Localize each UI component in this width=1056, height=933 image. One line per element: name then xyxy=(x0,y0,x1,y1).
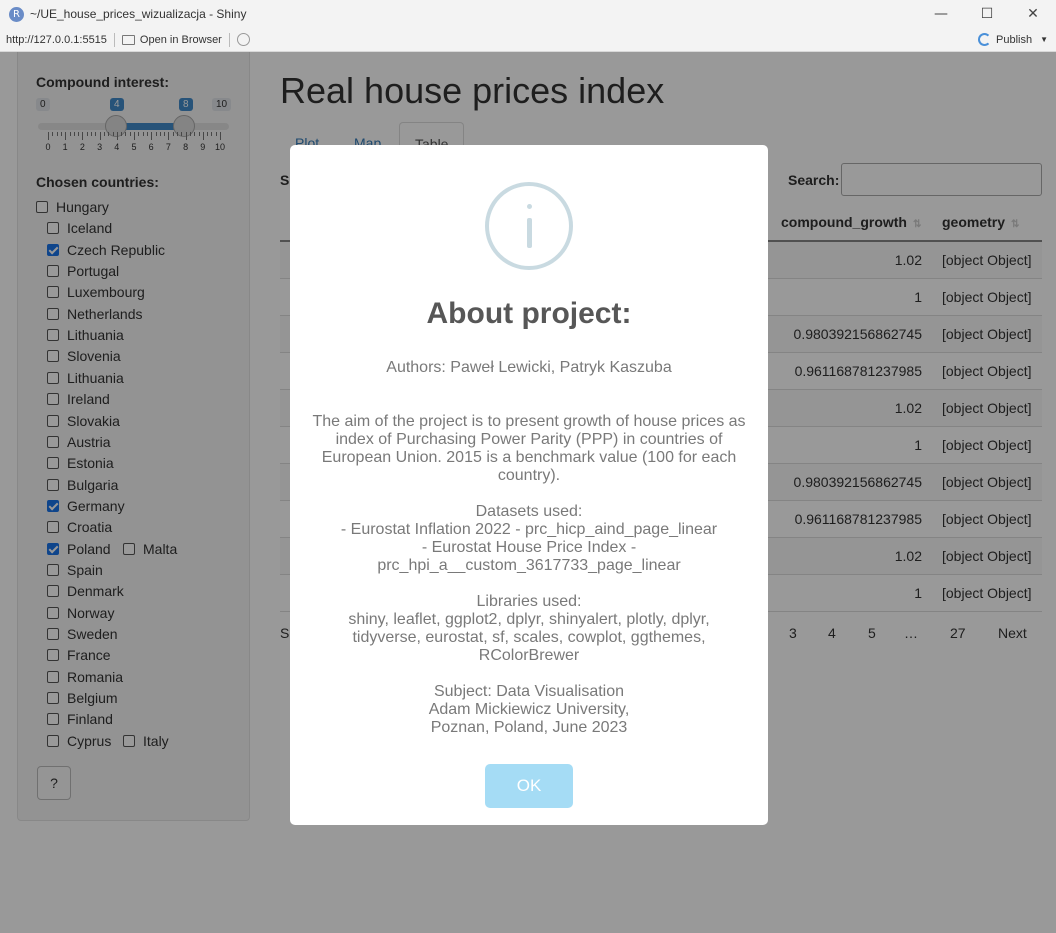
modal-text-line: shiny, leaflet, ggplot2, dplyr, shinyale… xyxy=(348,611,710,628)
publish-label: Publish xyxy=(996,33,1033,46)
modal-text-line: Datasets used: xyxy=(475,503,583,520)
browser-window-icon xyxy=(121,34,135,45)
modal-body: Authors: Paweł Lewicki, Patryk Kaszuba T… xyxy=(310,359,748,737)
modal-text-line: Libraries used: xyxy=(476,593,582,610)
r-app-icon: R xyxy=(9,6,24,22)
toolbar-divider xyxy=(113,32,115,47)
ok-button[interactable]: OK xyxy=(485,764,573,808)
caret-down-icon: ▼ xyxy=(1040,35,1048,44)
open-in-browser-label: Open in Browser xyxy=(139,33,222,46)
modal-text-line: The aim of the project is to present gro… xyxy=(312,413,746,430)
open-in-browser-button[interactable]: Open in Browser xyxy=(121,33,222,46)
modal-text-line: Subject: Data Visualisation xyxy=(433,683,625,700)
minimize-button[interactable]: — xyxy=(918,0,964,28)
subject-text: Subject: Data Visualisation Adam Mickiewi… xyxy=(310,683,748,737)
url-text: http://127.0.0.1:5515 xyxy=(6,33,107,46)
publish-button[interactable]: Publish ▼ xyxy=(978,33,1048,46)
libraries-text: Libraries used: shiny, leaflet, ggplot2, … xyxy=(310,593,748,665)
modal-text-line: country). xyxy=(497,467,561,484)
modal-text-line: index of Purchasing Power Parity (PPP) i… xyxy=(335,431,723,448)
window-title: ~/UE_house_prices_wizualizacja - Shiny xyxy=(30,7,247,21)
window-controls: — ☐ ✕ xyxy=(918,0,1056,28)
modal-text-line: - Eurostat Inflation 2022 - prc_hicp_ain… xyxy=(340,521,718,538)
modal-text-line: prc_hpi_a__custom_3617733_page_linear xyxy=(377,557,681,574)
modal-text-line: European Union. 2015 is a benchmark valu… xyxy=(321,449,737,466)
modal-text-line: - Eurostat House Price Index - xyxy=(421,539,637,556)
info-icon-dot xyxy=(527,204,532,209)
modal-text-line: RColorBrewer xyxy=(478,647,580,664)
modal-title: About project: xyxy=(426,297,632,330)
info-icon-bar xyxy=(527,218,532,248)
modal-text-line: Adam Mickiewicz University, xyxy=(428,701,630,718)
close-button[interactable]: ✕ xyxy=(1010,0,1056,28)
publish-icon xyxy=(978,33,991,46)
maximize-button[interactable]: ☐ xyxy=(964,0,1010,28)
modal-text-line: Poznan, Poland, June 2023 xyxy=(430,719,628,736)
viewer-toolbar: http://127.0.0.1:5515 Open in Browser Pu… xyxy=(0,28,1056,52)
datasets-text: Datasets used: - Eurostat Inflation 2022 … xyxy=(310,503,748,575)
about-project-modal: About project: Authors: Paweł Lewicki, P… xyxy=(290,145,768,825)
toolbar-divider xyxy=(228,32,230,47)
authors-text: Authors: Paweł Lewicki, Patryk Kaszuba xyxy=(386,359,672,376)
modal-text-line: tidyverse, eurostat, sf, scales, cowplot… xyxy=(352,629,706,646)
refresh-icon[interactable] xyxy=(236,33,250,46)
window-titlebar: R ~/UE_house_prices_wizualizacja - Shiny… xyxy=(0,0,1056,28)
info-icon xyxy=(485,182,573,270)
aim-text: The aim of the project is to present gro… xyxy=(310,413,748,485)
